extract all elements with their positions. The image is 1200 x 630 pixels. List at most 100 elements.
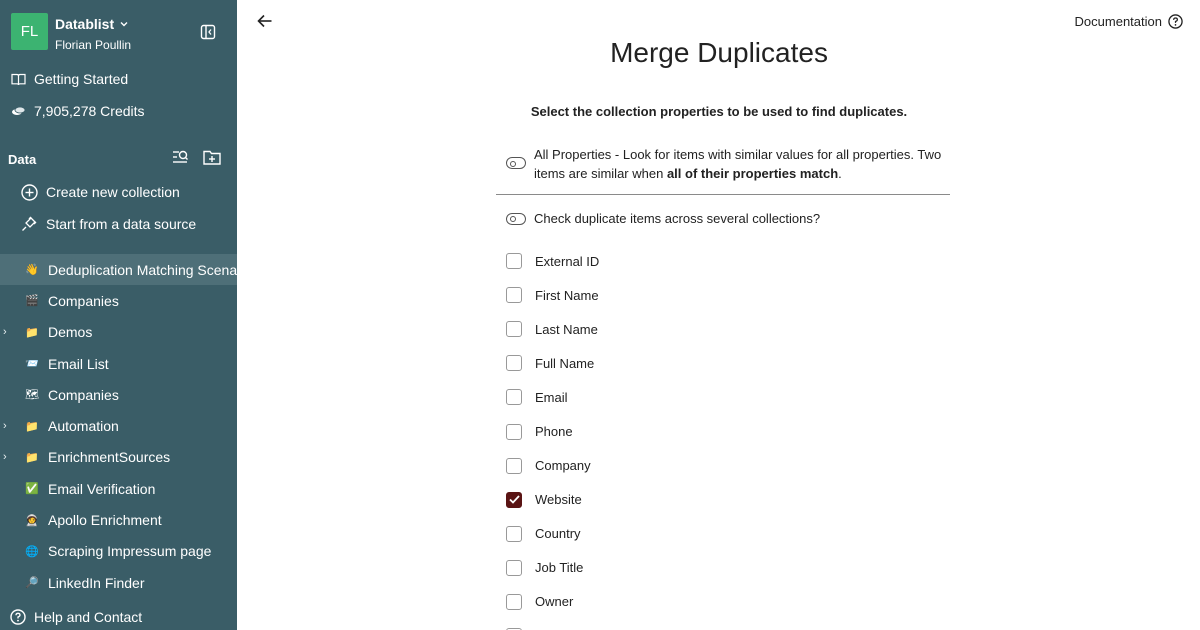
sidebar: FL Datablist Florian Poullin Getting Sta… <box>0 0 237 630</box>
property-checkbox[interactable] <box>506 321 522 338</box>
property-option: Email <box>506 380 599 414</box>
help-label: Help and Contact <box>34 609 143 625</box>
collection-label: Demos <box>48 324 93 341</box>
property-option: First Name <box>506 278 599 312</box>
page-subtitle: Select the collection properties to be u… <box>530 104 908 119</box>
plug-icon <box>20 215 38 233</box>
avatar: FL <box>11 13 48 50</box>
create-collection-button[interactable]: Create new collection <box>20 183 180 201</box>
collection-item[interactable]: 🔎 LinkedIn Finder <box>0 567 237 598</box>
collection-emoji-icon: 📨 <box>25 358 39 371</box>
property-checkbox[interactable] <box>506 287 522 304</box>
nav-getting-started[interactable]: Getting Started <box>10 71 128 87</box>
page-title: Merge Duplicates <box>610 37 828 68</box>
all-properties-toggle[interactable] <box>506 157 526 169</box>
property-option: Phone <box>506 414 599 448</box>
property-option: Country <box>506 517 599 551</box>
collection-emoji-icon: 🎬 <box>25 295 39 308</box>
property-label: Country <box>535 526 581 542</box>
start-data-source-button[interactable]: Start from a data source <box>20 215 196 233</box>
property-checkbox[interactable] <box>506 559 522 576</box>
collection-emoji-icon: ✅ <box>25 483 39 496</box>
search-collections-icon[interactable] <box>172 149 189 165</box>
all-properties-option: All Properties - Look for items with sim… <box>506 145 951 183</box>
data-section-heading: Data <box>8 152 37 167</box>
collection-emoji-icon: 🧑‍🚀 <box>25 514 39 527</box>
property-checkbox[interactable] <box>506 389 522 406</box>
collection-item[interactable]: 👋 Deduplication Matching Scenarios <box>0 254 237 286</box>
collection-label: Companies <box>48 386 119 403</box>
collection-item[interactable]: 🗺 Companies <box>0 379 237 410</box>
property-option: Owner <box>506 585 599 619</box>
cross-collection-label: Check duplicate items across several col… <box>534 211 821 226</box>
nav-credits[interactable]: 7,905,278 Credits <box>10 103 145 119</box>
help-icon <box>10 609 26 625</box>
collection-label: Apollo Enrichment <box>48 512 162 529</box>
collection-emoji-icon: 📁 <box>25 451 39 464</box>
back-arrow-icon[interactable] <box>256 12 274 30</box>
property-label: Email <box>535 389 568 405</box>
collection-item[interactable]: 🧑‍🚀 Apollo Enrichment <box>0 504 237 535</box>
property-label: First Name <box>535 287 599 303</box>
property-checkbox[interactable] <box>506 525 522 542</box>
property-checkbox[interactable] <box>506 491 522 508</box>
documentation-link[interactable]: Documentation <box>1075 14 1183 29</box>
property-option: Company <box>506 449 599 483</box>
collection-item[interactable]: ✅ Email Verification <box>0 473 237 504</box>
collection-item[interactable]: › 📁 Automation <box>0 410 237 441</box>
collection-item[interactable]: 🎬 Companies <box>0 285 237 316</box>
collection-label: EnrichmentSources <box>48 449 171 466</box>
collection-emoji-icon: 🌐 <box>25 545 39 558</box>
start-data-source-label: Start from a data source <box>46 216 197 232</box>
property-label: External ID <box>535 253 600 269</box>
check-icon <box>508 495 520 505</box>
collection-label: Automation <box>48 418 119 435</box>
collection-label: Scraping Impressum page <box>48 543 212 560</box>
collection-item[interactable]: 📨 Email List <box>0 348 237 379</box>
property-checkbox[interactable] <box>506 423 522 440</box>
workspace-switcher[interactable]: FL Datablist Florian Poullin <box>11 13 131 52</box>
documentation-label: Documentation <box>1074 14 1162 29</box>
user-name: Florian Poullin <box>55 38 132 52</box>
property-option: Last Name <box>506 312 599 346</box>
property-checkbox[interactable] <box>506 457 522 474</box>
collection-item[interactable]: › 📁 Demos <box>0 317 237 348</box>
collection-item[interactable]: 🌐 Scraping Impressum page <box>0 536 237 567</box>
property-label: Website <box>535 492 582 508</box>
cross-collection-option: Check duplicate items across several col… <box>506 211 820 226</box>
property-label: Full Name <box>535 355 595 371</box>
property-label: Last Name <box>535 321 598 337</box>
collection-label: Email Verification <box>48 480 156 497</box>
property-option: Status <box>506 619 599 630</box>
new-folder-icon[interactable] <box>203 149 221 165</box>
workspace-name: Datablist <box>55 16 115 32</box>
property-option: Website <box>506 483 599 517</box>
collection-emoji-icon: 📁 <box>25 420 39 433</box>
property-label: Company <box>535 458 591 474</box>
chevron-right-icon[interactable]: › <box>3 451 11 463</box>
collection-emoji-icon: 🔎 <box>25 577 39 590</box>
collection-tree: 👋 Deduplication Matching Scenarios 🎬 Compan… <box>0 254 237 598</box>
collection-label: Deduplication Matching Scenarios <box>48 261 237 278</box>
collection-label: Email List <box>48 355 109 372</box>
property-label: Phone <box>535 424 573 440</box>
help-contact-link[interactable]: Help and Contact <box>10 609 142 625</box>
collection-label: Companies <box>48 292 119 309</box>
all-properties-description: All Properties - Look for items with sim… <box>534 147 942 181</box>
collection-emoji-icon: 📁 <box>25 326 39 339</box>
collection-label: LinkedIn Finder <box>48 574 145 591</box>
chevron-right-icon[interactable]: › <box>3 420 11 432</box>
getting-started-label: Getting Started <box>34 71 129 87</box>
chevron-right-icon[interactable]: › <box>3 326 11 338</box>
property-checkbox[interactable] <box>506 253 522 270</box>
property-option: External ID <box>506 244 599 278</box>
property-checkbox[interactable] <box>506 593 522 610</box>
cross-collection-toggle[interactable] <box>506 212 526 225</box>
collection-item[interactable]: › 📁 EnrichmentSources <box>0 442 237 473</box>
property-checkbox[interactable] <box>506 355 522 372</box>
collapse-sidebar-icon[interactable] <box>200 24 216 40</box>
divider <box>496 194 950 195</box>
property-option: Job Title <box>506 551 599 585</box>
plus-circle-icon <box>20 183 38 201</box>
coins-icon <box>10 103 26 119</box>
